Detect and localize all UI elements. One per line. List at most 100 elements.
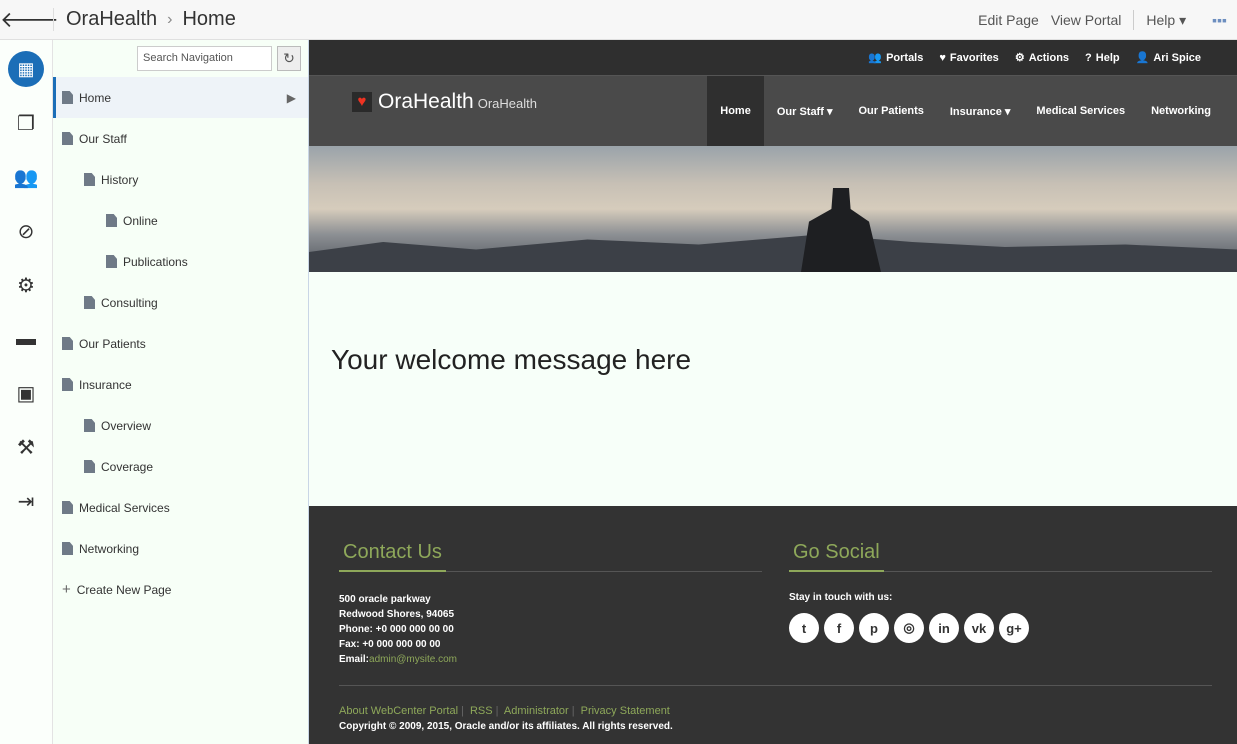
breadcrumb-portal[interactable]: OraHealth <box>66 8 157 31</box>
actions-link[interactable]: ⚙ Actions <box>1015 51 1069 64</box>
back-icon[interactable]: 🡐 <box>0 7 59 33</box>
nav-item[interactable]: Consulting <box>53 282 308 323</box>
breadcrumb: OraHealth › Home <box>53 8 236 31</box>
heart-icon: ♥ <box>939 51 946 64</box>
create-new-page-button[interactable]: + Create New Page <box>53 569 308 610</box>
refresh-icon[interactable]: ↻ <box>277 46 301 71</box>
nav-item[interactable]: Insurance <box>53 364 308 405</box>
heart-logo-icon: ♥ <box>352 92 372 112</box>
divider <box>1133 10 1135 30</box>
nav-item-label: Online <box>123 213 158 228</box>
people-icon[interactable]: 👥 <box>0 150 52 204</box>
nav-item-label: Our Staff <box>79 131 127 146</box>
about-link[interactable]: About WebCenter Portal <box>339 705 458 717</box>
help-link[interactable]: ? Help <box>1085 52 1120 64</box>
site-navigation: ♥ OraHealth OraHealth Home Our Staff ▾ O… <box>309 76 1237 146</box>
nav-item-label: Networking <box>79 541 140 556</box>
github-icon[interactable]: ◎ <box>894 613 924 643</box>
nav-item-label: Coverage <box>101 459 154 474</box>
page-icon <box>84 296 95 309</box>
device-settings-icon[interactable]: ▣ <box>0 366 52 420</box>
brand-subtitle: OraHealth <box>477 96 537 111</box>
toolbox-icon[interactable]: ▬ <box>0 312 52 366</box>
actions-label: Actions <box>1028 52 1070 64</box>
privacy-link[interactable]: Privacy Statement <box>581 705 670 717</box>
page-icon <box>62 91 73 104</box>
email-link[interactable]: admin@mysite.com <box>369 654 457 665</box>
footer: Contact Us 500 oracle parkway Redwood Sh… <box>309 506 1237 744</box>
nav-item[interactable]: Home ▶ <box>53 77 308 118</box>
divider <box>339 685 1212 686</box>
pages-rail-button[interactable]: ▦ <box>0 42 52 96</box>
layout-icon: ▦ <box>8 51 44 87</box>
stay-in-touch: Stay in touch with us: <box>789 592 893 603</box>
search-navigation-input[interactable]: Search Navigation <box>137 46 272 71</box>
assets-icon[interactable]: ❐ <box>0 96 52 150</box>
help-menu[interactable]: Help ▾ <box>1146 12 1186 29</box>
nav-item-label: Home <box>79 90 112 105</box>
page-icon <box>106 214 117 227</box>
import-icon[interactable]: ⇥ <box>0 474 52 528</box>
site-logo[interactable]: ♥ OraHealth OraHealth <box>352 90 537 114</box>
google-plus-icon[interactable]: g+ <box>999 613 1029 643</box>
top-bar: 🡐 OraHealth › Home Edit Page View Portal… <box>0 0 1237 40</box>
nav-item[interactable]: Online <box>53 200 308 241</box>
linkedin-icon[interactable]: in <box>929 613 959 643</box>
chevron-right-icon: › <box>167 10 173 28</box>
page-icon <box>62 501 73 514</box>
facebook-icon[interactable]: f <box>824 613 854 643</box>
gear-icon[interactable]: ⚙ <box>0 258 52 312</box>
nav-item[interactable]: Medical Services <box>53 487 308 528</box>
nav-item[interactable]: History <box>53 159 308 200</box>
copyright: Copyright © 2009, 2015, Oracle and/or it… <box>339 721 673 732</box>
contact-heading: Contact Us <box>339 541 446 572</box>
twitter-icon[interactable]: t <box>789 613 819 643</box>
nav-item-label: Insurance <box>79 377 132 392</box>
portals-link[interactable]: 👥 Portals <box>868 51 923 64</box>
nav-item[interactable]: Coverage <box>53 446 308 487</box>
menu-our-patients[interactable]: Our Patients <box>845 76 936 146</box>
nav-item[interactable]: Our Staff <box>53 118 308 159</box>
nav-item[interactable]: Overview <box>53 405 308 446</box>
social-heading: Go Social <box>789 541 884 572</box>
page-icon <box>84 419 95 432</box>
user-icon: 👤 <box>1135 52 1150 64</box>
menu-networking[interactable]: Networking <box>1138 76 1237 146</box>
fax: Fax: +0 000 000 00 00 <box>339 639 441 650</box>
welcome-message: Your welcome message here <box>309 272 1237 506</box>
more-icon[interactable]: ▪▪▪ <box>1212 12 1227 28</box>
plus-icon: + <box>62 581 71 598</box>
user-menu[interactable]: 👤 Ari Spice <box>1136 51 1201 64</box>
page-icon <box>62 337 73 350</box>
nav-item-label: Our Patients <box>79 336 146 351</box>
expand-arrow-icon[interactable]: ▶ <box>287 91 296 105</box>
email-label: Email: <box>339 654 370 665</box>
edit-page-link[interactable]: Edit Page <box>978 12 1039 28</box>
rss-link[interactable]: RSS <box>470 705 493 717</box>
help-label: Help <box>1095 51 1120 64</box>
phone: Phone: +0 000 000 00 00 <box>339 624 454 635</box>
nav-item[interactable]: Networking <box>53 528 308 569</box>
menu-insurance[interactable]: Insurance ▾ <box>937 76 1024 146</box>
user-name: Ari Spice <box>1153 52 1201 64</box>
nav-item[interactable]: Our Patients <box>53 323 308 364</box>
navigation-panel: Search Navigation ↻ Home ▶ Our Staff Histor… <box>53 40 309 744</box>
administrator-link[interactable]: Administrator <box>504 705 569 717</box>
portal-toolbar: 👥 Portals ♥ Favorites ⚙ Actions ? Help 👤 Ari … <box>309 40 1237 76</box>
help-label: Help <box>1146 11 1176 28</box>
view-portal-link[interactable]: View Portal <box>1051 12 1122 28</box>
address-line: 500 oracle parkway <box>339 594 431 605</box>
favorites-link[interactable]: ♥ Favorites <box>939 52 998 64</box>
hammer-icon[interactable]: ⚒ <box>0 420 52 474</box>
menu-our-staff[interactable]: Our Staff ▾ <box>764 76 846 146</box>
create-label: Create New Page <box>76 582 172 597</box>
vk-icon[interactable]: vk <box>964 613 994 643</box>
nav-item-label: Overview <box>101 418 152 433</box>
compass-icon[interactable]: ⊘ <box>0 204 52 258</box>
pinterest-icon[interactable]: p <box>859 613 889 643</box>
breadcrumb-page: Home <box>182 8 236 30</box>
menu-medical-services[interactable]: Medical Services <box>1023 76 1138 146</box>
menu-home[interactable]: Home <box>707 76 764 146</box>
nav-item[interactable]: Publications <box>53 241 308 282</box>
portals-icon: 👥 <box>868 52 883 64</box>
